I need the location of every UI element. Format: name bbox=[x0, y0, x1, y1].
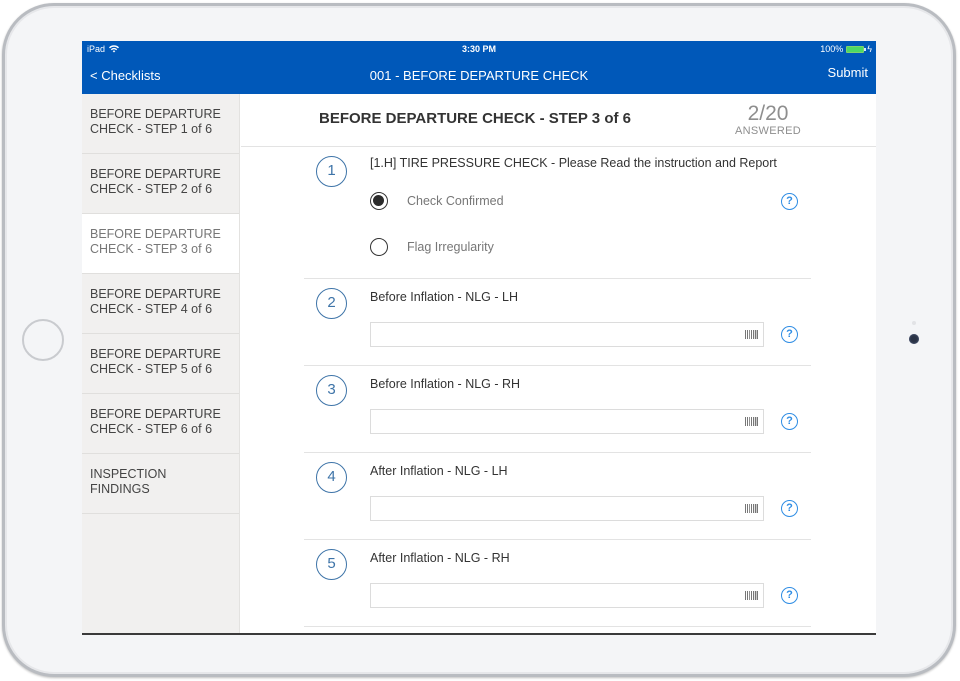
camera-icon bbox=[909, 334, 919, 344]
answer-input[interactable] bbox=[371, 410, 763, 433]
question-2: 2 Before Inflation - NLG - LH ? bbox=[304, 279, 811, 366]
nav-title: 001 - BEFORE DEPARTURE CHECK bbox=[369, 68, 589, 83]
answered-count: 2/20 bbox=[747, 102, 789, 125]
barcode-scan-icon[interactable] bbox=[745, 591, 758, 600]
sidebar-item-sublabel: CHECK - STEP 5 of 6 bbox=[90, 362, 213, 376]
charging-bolt-icon: ϟ bbox=[867, 44, 872, 54]
sidebar-item-label: BEFORE DEPARTURE bbox=[90, 287, 221, 301]
step-sidebar: BEFORE DEPARTURE CHECK - STEP 1 of 6 BEF… bbox=[82, 94, 240, 633]
answer-field bbox=[370, 322, 764, 347]
sidebar-item-label: BEFORE DEPARTURE bbox=[90, 347, 221, 361]
radio-selected[interactable] bbox=[370, 192, 388, 210]
option-label: Flag Irregularity bbox=[407, 240, 494, 254]
nav-bar: < Checklists 001 - BEFORE DEPARTURE CHEC… bbox=[82, 57, 876, 94]
sidebar-item-sublabel: CHECK - STEP 6 of 6 bbox=[90, 422, 213, 436]
question-5: 5 After Inflation - NLG - RH ? bbox=[304, 540, 811, 627]
sidebar-item-step-5[interactable]: BEFORE DEPARTURE CHECK - STEP 5 of 6 bbox=[82, 334, 239, 394]
help-icon[interactable]: ? bbox=[781, 413, 798, 430]
question-number: 3 bbox=[316, 375, 347, 406]
step-header: BEFORE DEPARTURE CHECK - STEP 3 of 6 2/2… bbox=[241, 94, 876, 147]
question-label: [1.H] TIRE PRESSURE CHECK - Please Read … bbox=[370, 156, 777, 170]
sidebar-item-label: BEFORE DEPARTURE bbox=[90, 227, 221, 241]
home-button[interactable] bbox=[22, 319, 64, 361]
help-icon[interactable]: ? bbox=[781, 326, 798, 343]
question-number: 5 bbox=[316, 549, 347, 580]
step-title: BEFORE DEPARTURE CHECK - STEP 3 of 6 bbox=[319, 110, 631, 127]
sidebar-item-sublabel: CHECK - STEP 1 of 6 bbox=[90, 122, 213, 136]
sidebar-item-sublabel: FINDINGS bbox=[90, 482, 150, 496]
app-screen: iPad 3:30 PM 100% ϟ < Checklists 001 - B… bbox=[82, 41, 876, 635]
battery-icon bbox=[846, 45, 867, 53]
question-4: 4 After Inflation - NLG - LH ? bbox=[304, 453, 811, 540]
sidebar-item-label: BEFORE DEPARTURE bbox=[90, 107, 221, 121]
sidebar-item-label: BEFORE DEPARTURE bbox=[90, 167, 221, 181]
main-content: BEFORE DEPARTURE CHECK - STEP 3 of 6 2/2… bbox=[241, 94, 876, 633]
sidebar-item-step-4[interactable]: BEFORE DEPARTURE CHECK - STEP 4 of 6 bbox=[82, 274, 239, 334]
answer-field bbox=[370, 409, 764, 434]
question-1: 1 [1.H] TIRE PRESSURE CHECK - Please Rea… bbox=[304, 147, 811, 279]
barcode-scan-icon[interactable] bbox=[745, 504, 758, 513]
sidebar-item-sublabel: CHECK - STEP 3 of 6 bbox=[90, 242, 213, 256]
help-icon[interactable]: ? bbox=[781, 587, 798, 604]
battery-percent: 100% bbox=[820, 44, 844, 54]
question-number: 1 bbox=[316, 156, 347, 187]
barcode-scan-icon[interactable] bbox=[745, 330, 758, 339]
sidebar-item-step-2[interactable]: BEFORE DEPARTURE CHECK - STEP 2 of 6 bbox=[82, 154, 239, 214]
answer-input[interactable] bbox=[371, 323, 763, 346]
answered-counter: 2/20 ANSWERED bbox=[735, 102, 801, 138]
question-label: Before Inflation - NLG - RH bbox=[370, 377, 521, 391]
question-number: 4 bbox=[316, 462, 347, 493]
back-to-checklists-link[interactable]: < Checklists bbox=[90, 68, 160, 83]
status-bar: iPad 3:30 PM 100% ϟ bbox=[82, 41, 876, 57]
help-icon[interactable]: ? bbox=[781, 193, 798, 210]
sidebar-item-step-1[interactable]: BEFORE DEPARTURE CHECK - STEP 1 of 6 bbox=[82, 94, 239, 154]
barcode-scan-icon[interactable] bbox=[745, 417, 758, 426]
answered-label: ANSWERED bbox=[735, 125, 801, 137]
sidebar-item-inspection-findings[interactable]: INSPECTION FINDINGS bbox=[82, 454, 239, 514]
sidebar-item-sublabel: CHECK - STEP 2 of 6 bbox=[90, 182, 213, 196]
sidebar-item-sublabel: CHECK - STEP 4 of 6 bbox=[90, 302, 213, 316]
answer-field bbox=[370, 496, 764, 521]
answer-field bbox=[370, 583, 764, 608]
option-check-confirmed[interactable]: Check Confirmed bbox=[370, 192, 504, 210]
question-label: After Inflation - NLG - RH bbox=[370, 551, 510, 565]
question-label: After Inflation - NLG - LH bbox=[370, 464, 508, 478]
answer-input[interactable] bbox=[371, 497, 763, 520]
question-list: 1 [1.H] TIRE PRESSURE CHECK - Please Rea… bbox=[304, 147, 811, 627]
question-label: Before Inflation - NLG - LH bbox=[370, 290, 518, 304]
help-icon[interactable]: ? bbox=[781, 500, 798, 517]
submit-button[interactable]: Submit bbox=[828, 65, 868, 80]
sidebar-item-step-6[interactable]: BEFORE DEPARTURE CHECK - STEP 6 of 6 bbox=[82, 394, 239, 454]
sidebar-item-label: INSPECTION bbox=[90, 467, 167, 481]
radio-unselected[interactable] bbox=[370, 238, 388, 256]
option-flag-irregularity[interactable]: Flag Irregularity bbox=[370, 238, 494, 256]
option-label: Check Confirmed bbox=[407, 194, 504, 208]
question-3: 3 Before Inflation - NLG - RH ? bbox=[304, 366, 811, 453]
sidebar-item-step-3[interactable]: BEFORE DEPARTURE CHECK - STEP 3 of 6 bbox=[82, 214, 239, 274]
light-sensor bbox=[912, 321, 916, 325]
status-time: 3:30 PM bbox=[461, 44, 496, 54]
sidebar-item-label: BEFORE DEPARTURE bbox=[90, 407, 221, 421]
question-number: 2 bbox=[316, 288, 347, 319]
answer-input[interactable] bbox=[371, 584, 763, 607]
top-bar: iPad 3:30 PM 100% ϟ < Checklists 001 - B… bbox=[82, 41, 876, 94]
